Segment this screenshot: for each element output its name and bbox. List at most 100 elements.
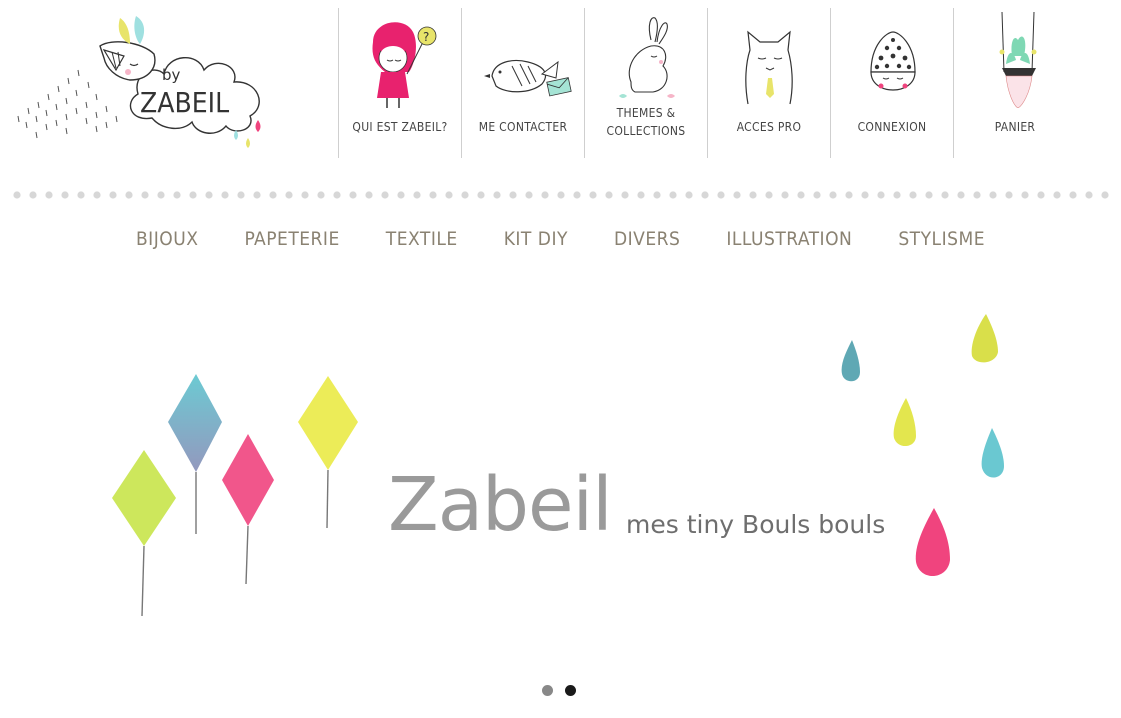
kite-pink [222, 434, 274, 585]
divider-dot [173, 191, 181, 199]
divider-dot [845, 191, 853, 199]
divider-dot [349, 191, 357, 199]
divider-dot [29, 191, 37, 199]
nav-themes[interactable]: THEMES & COLLECTIONS [584, 8, 707, 158]
divider-dot [909, 191, 917, 199]
divider-dot [397, 191, 405, 199]
slide-dot-2[interactable] [565, 685, 576, 696]
divider-dot [1085, 191, 1093, 199]
red-hood-girl-icon: ? [339, 12, 461, 108]
nav-themes-label: THEMES & COLLECTIONS [585, 104, 707, 140]
drop-yellow-2 [893, 398, 916, 447]
nav-login[interactable]: CONNEXION [830, 8, 953, 158]
divider-dot [429, 191, 437, 199]
nav-contact-label: ME CONTACTER [478, 120, 568, 134]
category-textile[interactable]: TEXTILE [363, 222, 481, 256]
nav-pro-label: ACCES PRO [736, 120, 802, 134]
category-divers[interactable]: DIVERS [591, 222, 703, 256]
divider-dot [1053, 191, 1061, 199]
divider-dot [1021, 191, 1029, 199]
divider-dot [125, 191, 133, 199]
nav-about[interactable]: ? QUI EST ZABEIL? [338, 8, 461, 158]
slide-dot-1[interactable] [542, 685, 553, 696]
divider-dot [973, 191, 981, 199]
divider-dot [893, 191, 901, 199]
kite-yellow [298, 376, 358, 529]
divider-dot [941, 191, 949, 199]
nav-themes-label-line2: COLLECTIONS [606, 124, 686, 138]
category-papeterie[interactable]: PAPETERIE [221, 222, 362, 256]
divider-dot [445, 191, 453, 199]
divider-dot [301, 191, 309, 199]
divider-dot [461, 191, 469, 199]
divider-dot [541, 191, 549, 199]
divider-dot [269, 191, 277, 199]
drop-turquoise-2 [981, 428, 1004, 478]
divider-dot [61, 191, 69, 199]
divider-dot [93, 191, 101, 199]
nav-cart[interactable]: PANIER [953, 8, 1076, 158]
bird-letter-icon [462, 12, 584, 108]
slide-title: Zabeil [388, 462, 613, 548]
dotted-divider [13, 191, 1109, 199]
zabeil-logo[interactable]: by ZABEIL [12, 10, 272, 150]
divider-dot [109, 191, 117, 199]
divider-dot [669, 191, 677, 199]
divider-dot [573, 191, 581, 199]
divider-dot [733, 191, 741, 199]
divider-dot [989, 191, 997, 199]
nav-cart-label: PANIER [994, 120, 1036, 134]
category-stylisme[interactable]: STYLISME [875, 222, 1008, 256]
divider-dot [253, 191, 261, 199]
divider-dot [365, 191, 373, 199]
divider-dot [957, 191, 965, 199]
divider-dot [381, 191, 389, 199]
site-header: by ZABEIL ? QUI EST ZABEIL? ME CONTACTER… [0, 0, 1121, 170]
divider-dot [877, 191, 885, 199]
divider-dot [237, 191, 245, 199]
slider-pagination [542, 685, 576, 696]
kite-lime [112, 450, 176, 617]
divider-dot [749, 191, 757, 199]
hanging-plant-icon [954, 12, 1076, 108]
divider-dot [621, 191, 629, 199]
divider-dot [717, 191, 725, 199]
divider-dot [861, 191, 869, 199]
dotted-hat-face-icon [831, 12, 953, 108]
divider-dot [13, 191, 21, 199]
divider-dot [1037, 191, 1045, 199]
divider-dot [589, 191, 597, 199]
divider-dot [605, 191, 613, 199]
svg-text:?: ? [423, 30, 429, 44]
divider-dot [333, 191, 341, 199]
divider-dot [637, 191, 645, 199]
divider-dot [77, 191, 85, 199]
divider-dot [477, 191, 485, 199]
divider-dot [1069, 191, 1077, 199]
divider-dot [157, 191, 165, 199]
divider-dot [285, 191, 293, 199]
nav-pro[interactable]: ACCES PRO [707, 8, 830, 158]
hero-slider: Zabeil mes tiny Bouls bouls [0, 270, 1121, 650]
divider-dot [925, 191, 933, 199]
divider-dot [493, 191, 501, 199]
hero-slide-illustration [112, 314, 1004, 617]
drop-turquoise-1 [841, 340, 860, 382]
top-navigation: ? QUI EST ZABEIL? ME CONTACTER THEMES & … [338, 8, 1076, 158]
divider-dot [813, 191, 821, 199]
nav-themes-label-line1: THEMES & [616, 106, 676, 120]
category-kit-diy[interactable]: KIT DIY [481, 222, 591, 256]
slide-tagline: mes tiny Bouls bouls [626, 510, 886, 539]
divider-dot [829, 191, 837, 199]
divider-dot [45, 191, 53, 199]
divider-dot [413, 191, 421, 199]
divider-dot [781, 191, 789, 199]
drop-yellow-1 [971, 314, 998, 363]
divider-dot [509, 191, 517, 199]
category-illustration[interactable]: ILLUSTRATION [703, 222, 875, 256]
divider-dot [685, 191, 693, 199]
nav-contact[interactable]: ME CONTACTER [461, 8, 584, 158]
category-bijoux[interactable]: BIJOUX [113, 222, 221, 256]
divider-dot [1101, 191, 1109, 199]
divider-dot [1005, 191, 1013, 199]
